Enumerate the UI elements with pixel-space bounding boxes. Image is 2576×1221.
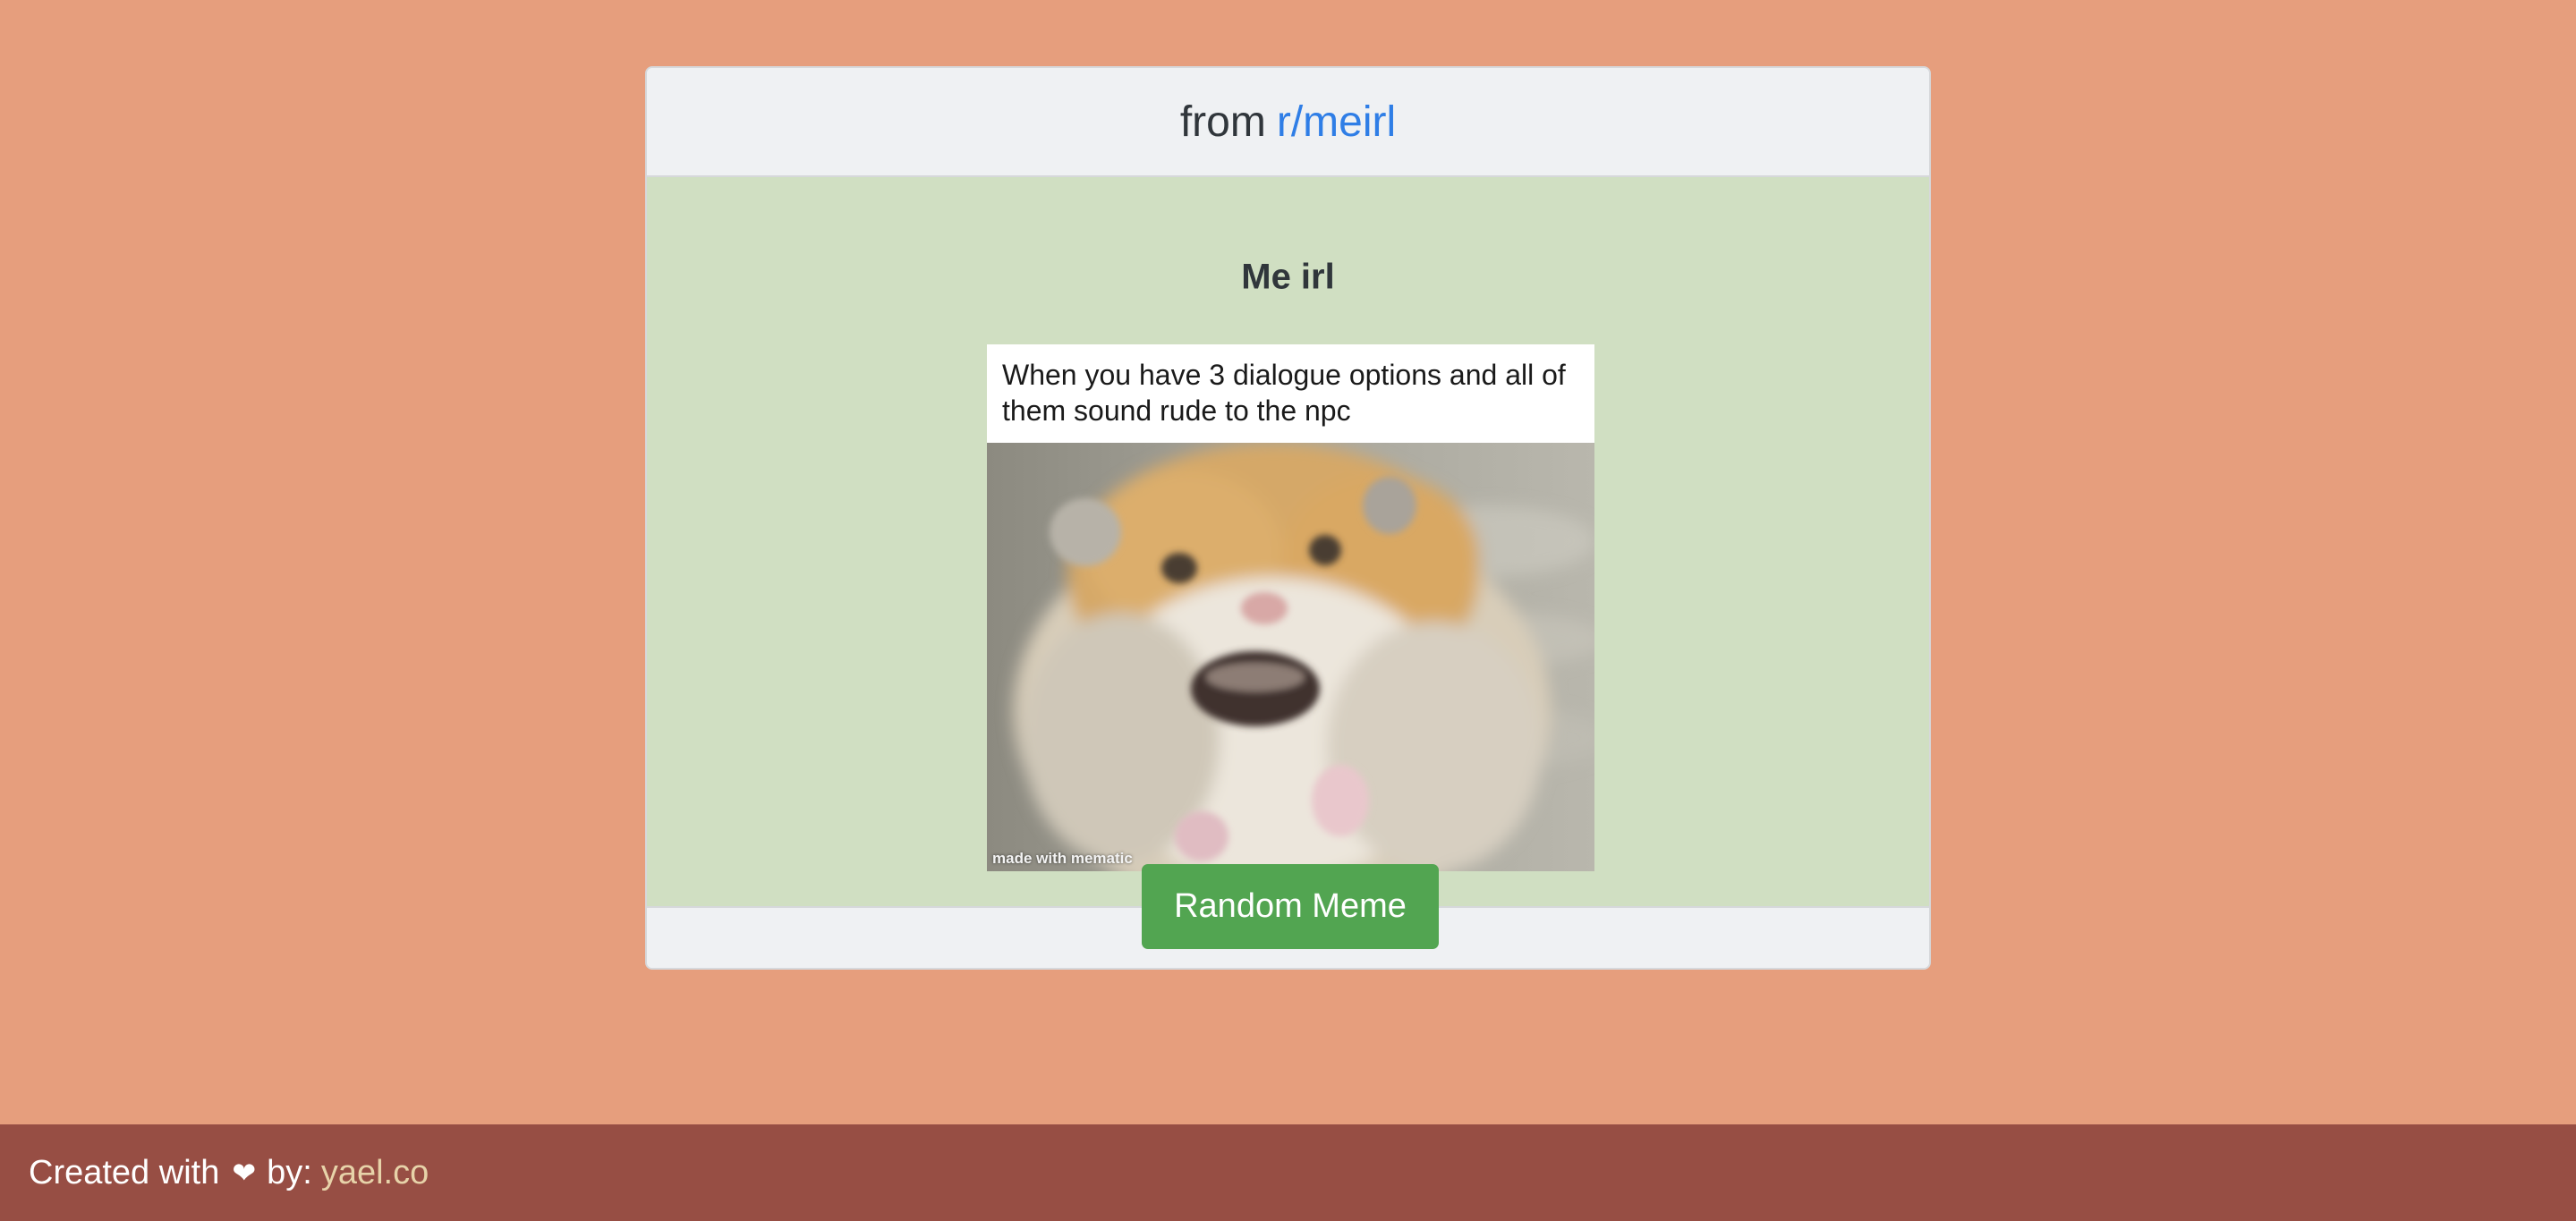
author-link[interactable]: yael.co — [321, 1154, 429, 1192]
post-title: Me irl — [1241, 257, 1335, 297]
hamster-photo — [987, 443, 1594, 871]
card-body: Me irl When you have 3 dialogue options … — [647, 177, 1929, 908]
site-footer: Created with ❤ by: yael.co — [0, 1124, 2576, 1221]
meme-card: from r/meirl Me irl When you have 3 dial… — [645, 66, 1931, 970]
subreddit-link[interactable]: r/meirl — [1277, 98, 1396, 147]
header-prefix: from — [1179, 98, 1266, 146]
footer-created-text: Created with — [29, 1153, 220, 1191]
meme-caption: When you have 3 dialogue options and all… — [1002, 359, 1566, 427]
meme-watermark: made with mematic — [992, 850, 1133, 867]
page: from r/meirl Me irl When you have 3 dial… — [0, 0, 2576, 1221]
card-header: from r/meirl — [647, 68, 1929, 177]
footer-by-text: by: — [267, 1153, 312, 1191]
heart-icon: ❤ — [232, 1157, 257, 1189]
meme-image: When you have 3 dialogue options and all… — [987, 344, 1594, 871]
random-meme-button[interactable]: Random Meme — [1142, 864, 1439, 949]
